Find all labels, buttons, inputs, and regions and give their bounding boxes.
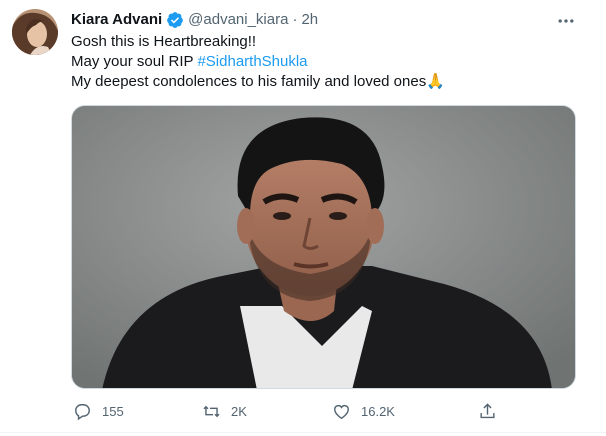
more-horizontal-icon[interactable] xyxy=(553,8,579,34)
retweet-count: 2K xyxy=(231,403,247,419)
hashtag-link[interactable]: #SidharthShukla xyxy=(197,53,307,70)
author-name[interactable]: Kiara Advani xyxy=(71,10,162,30)
avatar[interactable] xyxy=(12,9,58,55)
tweet-actions: 155 2K 16.2K xyxy=(71,396,501,426)
tweet-text-line: May your soul RIP #SidharthShukla xyxy=(71,52,581,72)
tweet-text-segment: May your soul RIP xyxy=(71,53,198,70)
heart-icon xyxy=(334,404,349,419)
retweet-button[interactable]: 2K xyxy=(202,396,247,426)
tweet-text-line: Gosh this is Heartbreaking!! xyxy=(71,33,257,50)
like-count: 16.2K xyxy=(361,403,395,419)
author-handle[interactable]: @advani_kiara xyxy=(188,10,288,30)
tweet-photo[interactable] xyxy=(71,105,576,389)
reply-button[interactable]: 155 xyxy=(73,396,124,426)
portrait-photo xyxy=(72,106,575,388)
like-button[interactable]: 16.2K xyxy=(332,396,395,426)
tweet-header: Kiara Advani @advani_kiara · 2h xyxy=(71,10,318,30)
share-button[interactable] xyxy=(478,396,497,426)
avatar-image xyxy=(12,9,58,55)
tweet-text-line: My deepest condolences to his family and… xyxy=(71,72,581,92)
divider xyxy=(0,432,606,433)
verified-badge-icon xyxy=(166,11,184,29)
tweet-text-segment: My deepest condolences to his family and… xyxy=(71,73,427,90)
separator-dot: · xyxy=(292,11,298,28)
retweet-icon xyxy=(203,405,220,417)
reply-count: 155 xyxy=(102,403,124,419)
share-icon xyxy=(480,402,495,418)
reply-icon xyxy=(75,403,90,420)
folded-hands-emoji: 🙏 xyxy=(426,73,445,90)
tweet-card[interactable]: Kiara Advani @advani_kiara · 2h Gosh thi… xyxy=(0,0,606,436)
tweet-text: Gosh this is Heartbreaking!! May your so… xyxy=(71,32,581,92)
tweet-timestamp[interactable]: 2h xyxy=(301,10,318,30)
